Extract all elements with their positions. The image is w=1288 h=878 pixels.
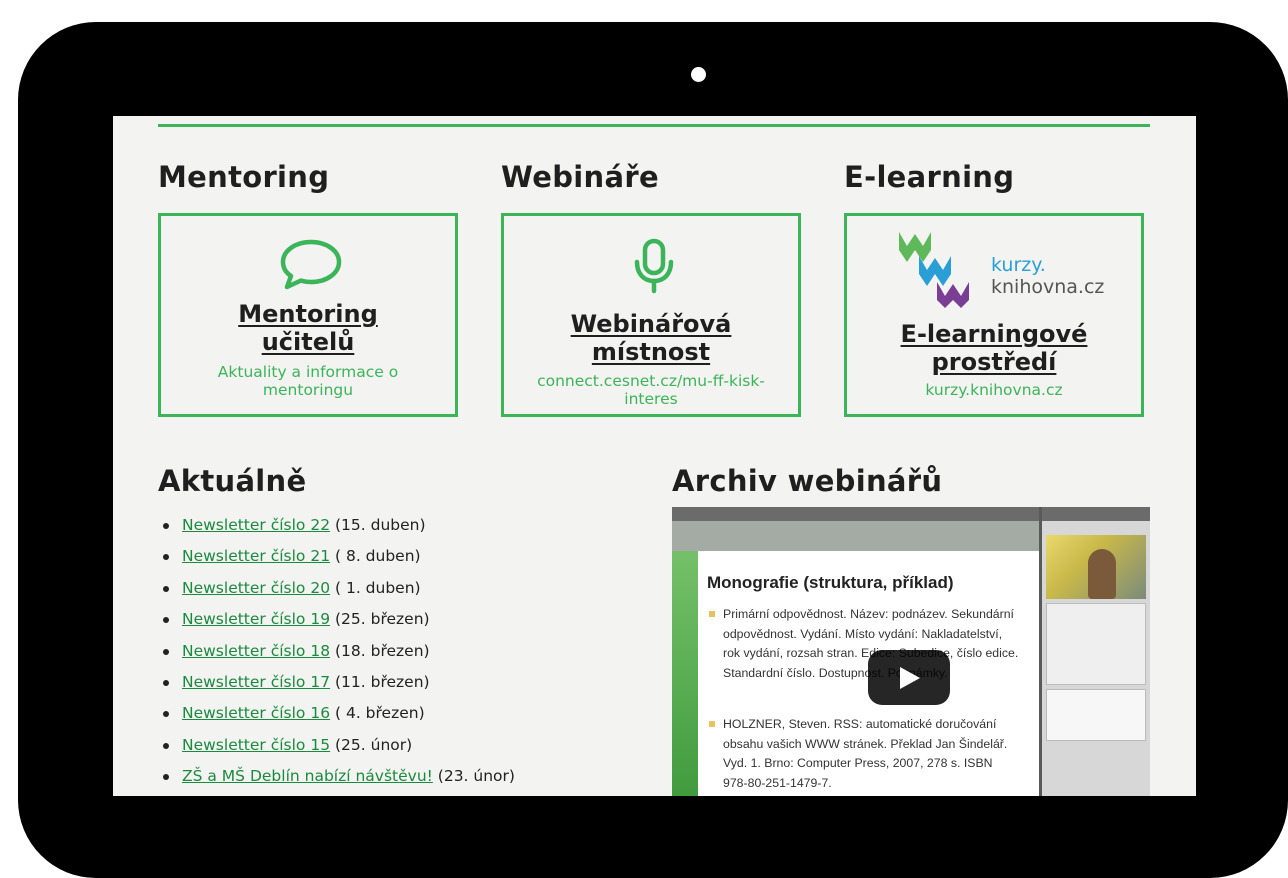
mentoring-card[interactable]: Mentoring učitelů Aktuality a informace … <box>158 213 458 417</box>
sidebar-top-bar <box>1042 507 1150 521</box>
news-item: Newsletter číslo 16 ( 4. březen) <box>158 698 515 729</box>
news-item: Newsletter číslo 17 (11. březen) <box>158 667 515 698</box>
webinars-card-subtitle-line1: connect.cesnet.cz/mu-ff-kisk- <box>537 372 765 390</box>
presentation-slide: Monografie (struktura, příklad) Primární… <box>672 551 1039 796</box>
elearning-card[interactable]: kurzy. knihovna.cz E-learningové prostře… <box>844 213 1144 417</box>
mentoring-card-subtitle-line1: Aktuality a informace o <box>217 363 399 381</box>
logo-text-line2: knihovna.cz <box>991 276 1105 298</box>
news-date: (25. únor) <box>330 735 413 754</box>
news-item: Newsletter číslo 18 (18. březen) <box>158 636 515 667</box>
elearning-card-subtitle: kurzy.knihovna.cz <box>925 381 1063 399</box>
news-link[interactable]: Newsletter číslo 15 <box>182 736 330 754</box>
webinars-heading: Webináře <box>501 160 659 194</box>
slide-title: Monografie (struktura, příklad) <box>707 573 954 592</box>
top-divider <box>158 124 1150 127</box>
chat-panel <box>1046 689 1146 741</box>
news-link[interactable]: Newsletter číslo 19 <box>182 610 330 628</box>
news-heading: Aktuálně <box>158 464 307 498</box>
webinars-card-subtitle-line2: interes <box>624 390 678 408</box>
webinars-card-title-line1[interactable]: Webinářová <box>504 310 798 338</box>
news-item: Newsletter číslo 19 (25. březen) <box>158 604 515 635</box>
news-link[interactable]: Newsletter číslo 16 <box>182 704 330 722</box>
news-date: (23. únor) <box>432 767 515 786</box>
mentoring-heading: Mentoring <box>158 160 330 194</box>
archive-heading: Archiv webinářů <box>672 464 943 498</box>
news-date: (18. březen) <box>330 641 430 660</box>
news-item: Newsletter číslo 15 (25. únor) <box>158 730 515 761</box>
play-icon <box>900 667 920 689</box>
slide-bullet-2: HOLZNER, Steven. RSS: automatické doručo… <box>709 715 1019 793</box>
news-link[interactable]: Newsletter číslo 17 <box>182 673 330 691</box>
webinars-card-title-line2[interactable]: místnost <box>504 338 798 366</box>
kurzy-knihovna-logo-icon <box>899 232 969 308</box>
news-link[interactable]: Newsletter číslo 21 <box>182 547 330 565</box>
elearning-heading: E-learning <box>844 160 1015 194</box>
elearning-card-title-line1[interactable]: E-learningové <box>847 320 1141 348</box>
news-date: ( 8. duben) <box>330 547 421 566</box>
video-sidebar <box>1042 507 1150 796</box>
news-link[interactable]: Newsletter číslo 22 <box>182 516 330 534</box>
news-date: (11. březen) <box>330 672 430 691</box>
news-date: (15. duben) <box>330 516 426 534</box>
news-date: ( 1. duben) <box>330 578 421 597</box>
slide-header-strip <box>672 521 1039 551</box>
microphone-icon <box>634 238 674 294</box>
webinars-card[interactable]: Webinářová místnost connect.cesnet.cz/mu… <box>501 213 801 417</box>
slide-green-band <box>672 551 698 796</box>
news-link[interactable]: ZŠ a MŠ Deblín nabízí návštěvu! <box>182 767 433 785</box>
attendees-panel <box>1046 603 1146 685</box>
news-date: ( 4. březen) <box>330 704 425 723</box>
mentoring-card-subtitle-line2: mentoringu <box>262 381 354 399</box>
website-screen: Mentoring Webináře E-learning Mentoring … <box>113 116 1196 796</box>
play-button[interactable] <box>868 650 950 705</box>
slide-bullet-1: Primární odpovědnost. Název: podnázev. S… <box>709 605 1019 683</box>
mentoring-card-title-line2[interactable]: učitelů <box>161 328 455 356</box>
news-date: (25. březen) <box>330 610 430 629</box>
news-link[interactable]: Newsletter číslo 18 <box>182 642 330 660</box>
news-item: Newsletter číslo 20 ( 1. duben) <box>158 573 515 604</box>
news-list: Newsletter číslo 22 (15. duben) Newslett… <box>158 510 515 793</box>
news-item: ZŠ a MŠ Deblín nabízí návštěvu! (23. úno… <box>158 761 515 792</box>
video-top-bar <box>672 507 1039 521</box>
news-item: Newsletter číslo 21 ( 8. duben) <box>158 541 515 572</box>
elearning-card-title-line2[interactable]: prostředí <box>847 348 1141 376</box>
front-camera <box>691 67 706 82</box>
logo-text-line1: kurzy. <box>991 254 1046 276</box>
presenter-webcam <box>1046 535 1146 599</box>
speech-bubble-icon <box>280 239 342 290</box>
mentoring-card-title-line1[interactable]: Mentoring <box>161 300 455 328</box>
webinar-video-player[interactable]: Monografie (struktura, příklad) Primární… <box>672 507 1150 796</box>
news-link[interactable]: Newsletter číslo 20 <box>182 579 330 597</box>
news-item: Newsletter číslo 22 (15. duben) <box>158 510 515 541</box>
